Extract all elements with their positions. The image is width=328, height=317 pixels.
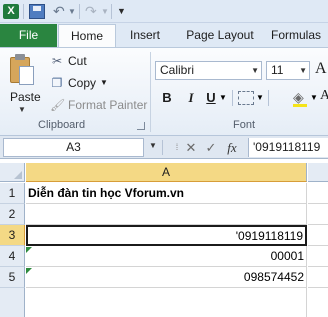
redo-dropdown-icon[interactable]: ▼ (101, 4, 109, 19)
font-name-value: Calibri (160, 63, 195, 77)
copy-label: Copy (68, 76, 97, 90)
ribbon: Paste ▼ ✂ Cut ❐ Copy ▼ 🖌 Format Painter … (0, 47, 328, 136)
format-painter-label: Format Painter (68, 98, 148, 112)
clipboard-group-label: Clipboard (38, 119, 86, 131)
font-group-label: Font (233, 119, 256, 131)
borders-icon[interactable] (238, 91, 254, 105)
clipboard-launcher-icon[interactable] (137, 122, 145, 130)
column-header-b[interactable] (308, 163, 328, 182)
paste-page-icon (19, 66, 34, 85)
toolbar-divider (23, 4, 24, 19)
copy-button[interactable]: ❐ Copy ▼ (50, 75, 110, 91)
fill-color-dropdown-icon[interactable]: ▼ (310, 93, 318, 102)
scissors-icon: ✂ (51, 54, 63, 68)
paste-dropdown-icon[interactable]: ▼ (18, 105, 26, 114)
format-painter-button[interactable]: 🖌 Format Painter (50, 97, 148, 113)
excel-window: X ↶ ▼ ↷ ▼ ▼ File Home Insert Page Layout… (0, 0, 328, 317)
borders-dropdown-icon[interactable]: ▼ (256, 93, 264, 102)
copy-icon: ❐ (51, 76, 63, 90)
row-header-2[interactable]: 2 (0, 204, 25, 225)
cancel-icon[interactable]: ✕ (183, 138, 199, 157)
cell-a3[interactable]: '0919118119 (26, 225, 307, 246)
toolbar-divider (79, 4, 80, 19)
font-size-value: 11 (271, 63, 284, 77)
name-box-dropdown-icon[interactable]: ▼ (149, 141, 157, 150)
paintbrush-icon: 🖌 (50, 98, 66, 112)
cell-b4[interactable] (308, 246, 328, 267)
cell-a5[interactable]: 098574452 (26, 267, 307, 288)
redo-icon[interactable]: ↷ (85, 4, 101, 19)
row-header-6[interactable] (0, 288, 25, 317)
underline-dropdown-icon[interactable]: ▼ (219, 93, 227, 102)
toolbar-divider (111, 4, 112, 19)
tab-insert[interactable]: Insert (121, 24, 169, 47)
paste-button[interactable]: Paste (10, 90, 41, 104)
formula-bar: A3 ▼ ⁞ ✕ ✓ fx '0919118119 (0, 136, 328, 159)
group-divider (150, 52, 151, 132)
save-icon[interactable] (29, 4, 45, 19)
customize-qat-icon[interactable]: ▼ (117, 4, 127, 19)
fill-color-swatch (293, 104, 307, 107)
row-header-4[interactable]: 4 (0, 246, 25, 267)
paste-icon[interactable] (10, 54, 36, 86)
excel-logo-icon[interactable]: X (3, 4, 19, 19)
cell-b2[interactable] (308, 204, 328, 225)
error-indicator-icon[interactable] (26, 247, 32, 253)
enter-icon[interactable]: ✓ (203, 138, 219, 157)
tab-page-layout[interactable]: Page Layout (178, 24, 262, 47)
cell-a4[interactable]: 00001 (26, 246, 307, 267)
font-color-icon[interactable]: A (320, 88, 328, 104)
cell-b1[interactable] (308, 183, 328, 204)
cut-button[interactable]: ✂ Cut (50, 53, 100, 69)
ribbon-tabs: File Home Insert Page Layout Formulas (0, 23, 328, 47)
bold-button[interactable]: B (158, 89, 176, 107)
error-indicator-icon[interactable] (26, 268, 32, 274)
row-header-5[interactable]: 5 (0, 267, 25, 288)
undo-dropdown-icon[interactable]: ▼ (68, 4, 76, 19)
row-header-3[interactable]: 3 (0, 225, 25, 246)
italic-button[interactable]: I (184, 89, 198, 107)
tab-file[interactable]: File (0, 24, 57, 47)
title-bar: X ↶ ▼ ↷ ▼ ▼ (0, 0, 328, 23)
cut-label: Cut (68, 54, 87, 68)
column-header-a[interactable]: A (26, 163, 307, 182)
cell-a1[interactable]: Diễn đàn tin học Vforum.vn (26, 183, 307, 204)
toolbar-divider (268, 90, 269, 106)
undo-icon[interactable]: ↶ (53, 4, 69, 19)
underline-button[interactable]: U (204, 89, 218, 107)
worksheet-grid: A 1 Diễn đàn tin học Vforum.vn 2 3 '0919… (0, 159, 328, 317)
cell-a6[interactable] (26, 288, 307, 317)
font-name-select[interactable]: Calibri ▼ (155, 61, 262, 80)
cell-b3[interactable] (308, 225, 328, 246)
clipboard-clip-icon (15, 54, 25, 60)
formula-input[interactable]: '0919118119 (248, 138, 328, 157)
tab-home[interactable]: Home (58, 24, 116, 47)
cell-a2[interactable] (26, 204, 307, 225)
cell-b5[interactable] (308, 267, 328, 288)
copy-dropdown-icon[interactable]: ▼ (100, 75, 108, 91)
row-header-1[interactable]: 1 (0, 183, 25, 204)
insert-function-icon[interactable]: fx (224, 138, 240, 157)
font-size-dropdown-icon: ▼ (299, 66, 307, 75)
font-name-dropdown-icon: ▼ (251, 66, 259, 75)
name-box[interactable]: A3 (3, 138, 144, 157)
select-all-button[interactable] (0, 163, 25, 182)
toolbar-divider (232, 90, 233, 106)
toolbar-divider (162, 140, 163, 155)
grow-font-icon[interactable]: A (315, 60, 327, 78)
tab-formulas[interactable]: Formulas (271, 24, 328, 47)
font-size-select[interactable]: 11 ▼ (266, 61, 310, 80)
